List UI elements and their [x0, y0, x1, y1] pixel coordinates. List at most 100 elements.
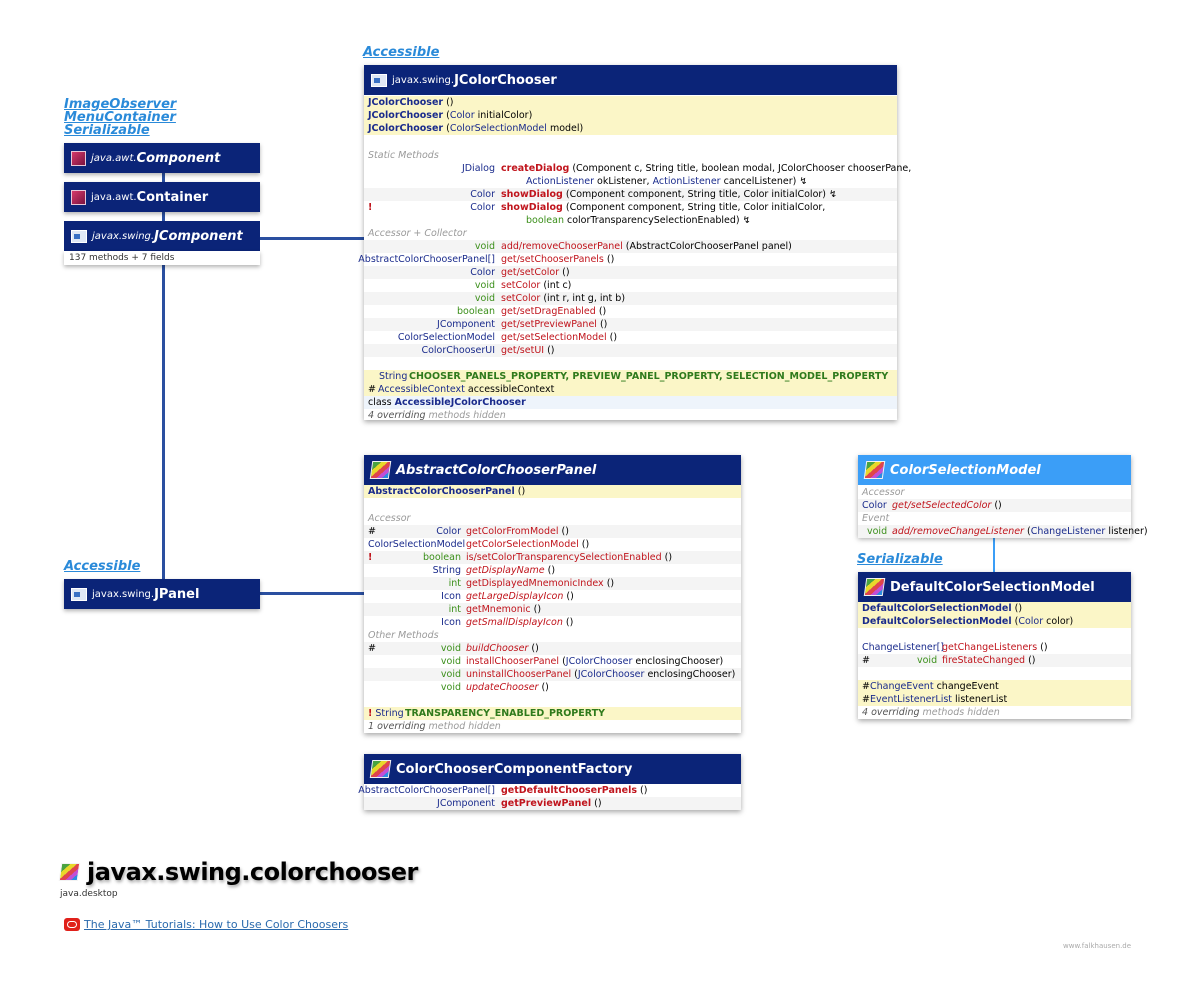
interface-serializable[interactable]: Serializable	[64, 124, 150, 137]
method-row[interactable]: ColorChooserUI get/setUI ()	[364, 344, 897, 357]
class-icon	[71, 189, 86, 205]
section-label: Static Methods	[368, 150, 439, 161]
jcomponent-member-count: 137 methods + 7 fields	[64, 251, 260, 265]
class-container[interactable]: java.awt. Container	[64, 182, 260, 212]
section-label: Event	[862, 513, 890, 524]
method-row[interactable]: Icon getSmallDisplayIcon ()	[364, 616, 741, 629]
package-label: javax.swing.	[92, 230, 155, 242]
class-component[interactable]: java.awt. Component	[64, 143, 260, 173]
factory-members: AbstractColorChooserPanel[] getDefaultCho…	[358, 784, 741, 810]
ctor-row[interactable]: DefaultColorSelectionModel ()	[858, 602, 1131, 615]
class-name: Component	[136, 150, 221, 166]
palette-icon	[369, 461, 392, 479]
inherit-line-component-container	[162, 172, 165, 182]
inner-class-row[interactable]: class AccessibleJColorChooser	[364, 396, 897, 409]
csm-box: ColorSelectionModel Accessor Color get/se…	[858, 455, 1148, 538]
method-row[interactable]: void add/removeChooserPanel (AbstractColo…	[364, 240, 897, 253]
interface-serializable-dcsm[interactable]: Serializable	[857, 553, 943, 566]
method-row[interactable]: ! Color showDialog (Component component,…	[364, 201, 897, 214]
section-label: Accessor + Collector	[368, 228, 467, 239]
interface-name: ColorSelectionModel	[890, 462, 1041, 478]
method-row[interactable]: ! boolean is/setColorTransparencySelection…	[364, 551, 741, 564]
method-row-cont: boolean colorTransparencySelectionEnable…	[526, 215, 751, 226]
abstractpanel-header[interactable]: AbstractColorChooserPanel	[364, 455, 741, 485]
jcolorchooser-members: JColorChooser () JColorChooser (Color in…	[358, 95, 911, 421]
class-jpanel[interactable]: javax.swing. JPanel	[64, 579, 260, 609]
method-row[interactable]: void setColor (int r, int g, int b)	[364, 292, 897, 305]
hidden-note: 4 overriding methods hidden	[862, 707, 1000, 718]
ctor-row[interactable]: JColorChooser ()	[364, 96, 897, 109]
oracle-icon	[64, 918, 80, 931]
method-row[interactable]: JComponent get/setPreviewPanel ()	[364, 318, 897, 331]
method-row[interactable]: AbstractColorChooserPanel[] getDefaultCho…	[358, 784, 741, 797]
method-row-cont: ActionListener okListener, ActionListene…	[526, 176, 808, 187]
package-label: javax.swing.	[92, 588, 155, 600]
factory-header[interactable]: ColorChooserComponentFactory	[364, 754, 741, 784]
link-jcomponent-jcolorchooser	[260, 237, 364, 240]
field-row[interactable]: # AccessibleContext accessibleContext	[364, 383, 897, 396]
method-row[interactable]: void installChooserPanel (JColorChooser e…	[364, 655, 741, 668]
interface-accessible-jcolorchooser[interactable]: Accessible	[363, 46, 439, 59]
window-icon	[71, 587, 87, 601]
dcsm-header[interactable]: DefaultColorSelectionModel	[858, 572, 1131, 602]
method-row[interactable]: void uninstallChooserPanel (JColorChooser…	[364, 668, 741, 681]
palette-icon	[863, 461, 886, 479]
method-row[interactable]: Color get/setColor ()	[364, 266, 897, 279]
ctor-row[interactable]: AbstractColorChooserPanel ()	[364, 485, 741, 498]
method-row[interactable]: int getMnemonic ()	[364, 603, 741, 616]
class-jcomponent[interactable]: javax.swing. JComponent	[64, 221, 260, 251]
section-label: Accessor	[862, 487, 905, 498]
ctor-row[interactable]: JColorChooser (Color initialColor)	[364, 109, 897, 122]
hidden-note: 4 overriding methods hidden	[368, 410, 506, 421]
section-label: Accessor	[368, 513, 411, 524]
method-row[interactable]: ColorSelectionModel getColorSelectionMode…	[364, 538, 741, 551]
method-row[interactable]: void setColor (int c)	[364, 279, 897, 292]
field-row[interactable]: #ChangeEvent changeEvent	[858, 680, 1131, 693]
tutorial-link-text[interactable]: The Java™ Tutorials: How to Use Color Ch…	[84, 918, 348, 931]
method-row[interactable]: # Color getColorFromModel ()	[364, 525, 741, 538]
method-row[interactable]: JDialog createDialog (Component c, Strin…	[364, 162, 911, 175]
class-name: DefaultColorSelectionModel	[890, 579, 1095, 595]
method-row[interactable]: ColorSelectionModel get/setSelectionModel…	[364, 331, 897, 344]
palette-icon	[369, 760, 392, 778]
link-csm-dcsm	[993, 537, 995, 572]
method-row[interactable]: void updateChooser ()	[364, 681, 741, 694]
palette-icon	[58, 863, 81, 881]
method-row[interactable]: # void fireStateChanged ()	[858, 654, 1131, 667]
inherit-line-container-jcomponent	[162, 211, 165, 221]
hidden-note: 1 overriding method hidden	[368, 721, 501, 732]
jcolorchooser-header[interactable]: javax.swing. JColorChooser	[364, 65, 897, 95]
method-row[interactable]: Icon getLargeDisplayIcon ()	[364, 590, 741, 603]
package-label: java.awt.	[91, 191, 137, 203]
section-label: Other Methods	[368, 630, 439, 641]
method-row[interactable]: void add/removeChangeListener (ChangeList…	[858, 525, 1148, 538]
method-row[interactable]: int getDisplayedMnemonicIndex ()	[364, 577, 741, 590]
tutorial-link[interactable]: The Java™ Tutorials: How to Use Color Ch…	[64, 918, 348, 931]
dcsm-box: DefaultColorSelectionModel DefaultColorS…	[858, 572, 1131, 719]
method-row[interactable]: ChangeListener[] getChangeListeners ()	[858, 641, 1131, 654]
factory-box: ColorChooserComponentFactory AbstractCol…	[358, 754, 741, 810]
method-row[interactable]: String getDisplayName ()	[364, 564, 741, 577]
method-row[interactable]: JComponent getPreviewPanel ()	[364, 797, 741, 810]
method-row[interactable]: Color get/setSelectedColor ()	[858, 499, 1131, 512]
ctor-row[interactable]: DefaultColorSelectionModel (Color color)	[858, 615, 1131, 628]
csm-header[interactable]: ColorSelectionModel	[858, 455, 1131, 485]
method-row[interactable]: boolean get/setDragEnabled ()	[364, 305, 897, 318]
field-row[interactable]: #EventListenerList listenerList	[858, 693, 1131, 706]
class-name: AbstractColorChooserPanel	[396, 462, 597, 478]
interface-accessible-jpanel[interactable]: Accessible	[64, 560, 140, 573]
class-name: JComponent	[154, 228, 243, 244]
field-row[interactable]: ! String TRANSPARENCY_ENABLED_PROPERTY	[364, 707, 741, 720]
field-row[interactable]: String CHOOSER_PANELS_PROPERTY, PREVIEW_P…	[364, 370, 897, 383]
palette-icon	[863, 578, 886, 596]
ctor-row[interactable]: JColorChooser (ColorSelectionModel model…	[364, 122, 897, 135]
package-label: java.awt.	[91, 152, 137, 164]
class-icon	[71, 150, 86, 166]
method-row[interactable]: AbstractColorChooserPanel[] get/setChoose…	[358, 253, 897, 266]
class-name: JPanel	[154, 586, 200, 602]
class-name: Container	[136, 189, 209, 205]
csm-members: Accessor Color get/setSelectedColor () Ev…	[858, 485, 1148, 538]
package-name: javax.swing.colorchooser	[87, 858, 418, 886]
method-row[interactable]: # void buildChooser ()	[364, 642, 741, 655]
method-row[interactable]: Color showDialog (Component component, S…	[364, 188, 897, 201]
